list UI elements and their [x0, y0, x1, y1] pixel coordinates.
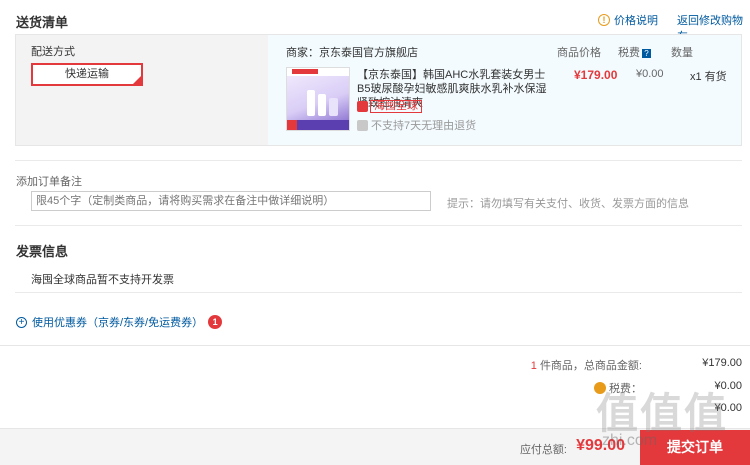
selected-check-icon — [133, 76, 141, 84]
divider — [15, 160, 742, 161]
col-tax-label: 税费 — [618, 47, 640, 59]
global-tag-label: 海囤全球 — [370, 100, 422, 113]
shipping-method-label: 配送方式 — [31, 46, 75, 58]
global-icon — [357, 101, 368, 112]
product-quantity: x1 有货 — [690, 71, 727, 83]
plus-icon: + — [16, 316, 27, 328]
shipping-method-text: 快递运输 — [65, 68, 109, 80]
total-label: 应付总额: — [519, 444, 567, 456]
watermark-url: zhi.com — [602, 432, 658, 449]
price-help-label: 价格说明 — [614, 15, 658, 27]
invoice-note: 海囤全球商品暂不支持开发票 — [31, 274, 174, 286]
col-price-header: 商品价格 — [557, 47, 601, 59]
shipping-method-button[interactable]: 快递运输 — [31, 63, 143, 86]
coupon-label: 使用优惠券（京券/东券/免运费券） — [32, 317, 204, 329]
invoice-title: 发票信息 — [16, 244, 69, 259]
return-icon — [357, 119, 368, 131]
price-help-link[interactable]: ! 价格说明 — [598, 12, 658, 28]
return-policy-tag: 不支持7天无理由退货 — [357, 117, 476, 133]
page-title: 送货清单 — [16, 15, 69, 30]
summary-goods-value: ¥179.00 — [702, 357, 742, 369]
divider — [15, 292, 742, 293]
coupon-toggle[interactable]: + 使用优惠券（京券/东券/免运费券） 1 — [16, 314, 223, 330]
col-qty-header: 数量 — [671, 47, 693, 59]
remark-input[interactable] — [31, 191, 431, 211]
product-image[interactable] — [286, 67, 350, 131]
summary-goods-label: 1 件商品，总商品金额: — [531, 357, 642, 373]
remark-label: 添加订单备注 — [16, 176, 82, 188]
col-tax-header: 税费? — [618, 44, 651, 60]
product-tax: ¥0.00 — [636, 68, 664, 80]
question-icon[interactable]: ? — [642, 48, 651, 58]
divider — [0, 345, 750, 346]
divider — [15, 225, 742, 226]
info-icon: ! — [598, 14, 610, 26]
return-policy-label: 不支持7天无理由退货 — [371, 120, 477, 132]
global-tag: 海囤全球 — [357, 100, 422, 113]
goods-count-label: 件商品，总商品金额: — [539, 360, 642, 372]
coupon-count-badge: 1 — [208, 315, 223, 329]
product-price: ¥179.00 — [574, 68, 618, 82]
merchant-name: 商家：京东泰国官方旗舰店 — [286, 47, 418, 59]
goods-count: 1 — [530, 360, 537, 372]
remark-tip: 提示：请勿填写有关支付、收货、发票方面的信息 — [447, 198, 689, 210]
